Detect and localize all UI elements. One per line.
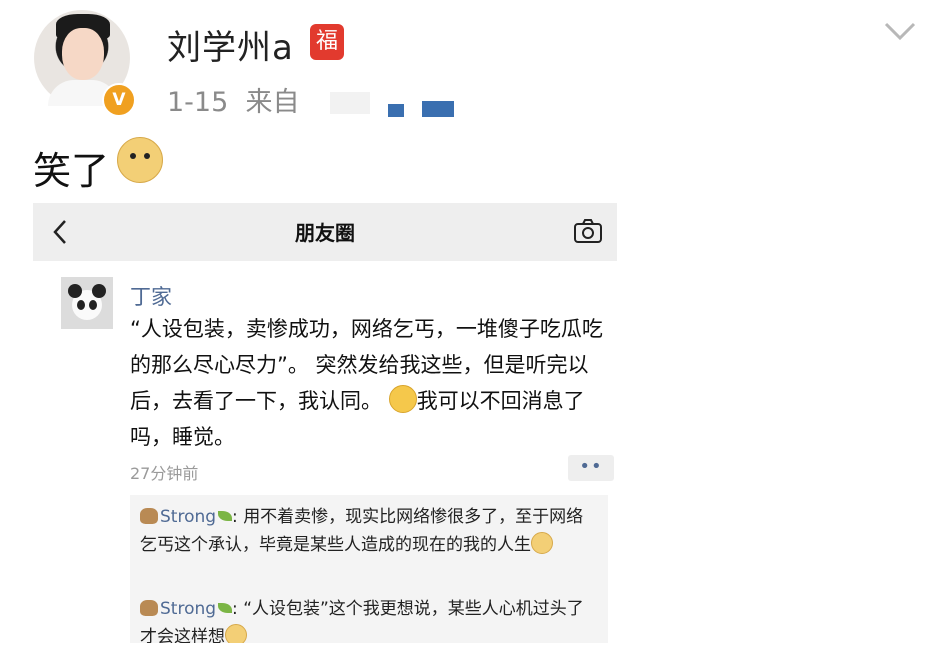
redacted-mark [422,101,454,117]
redacted-area [330,92,370,114]
author-name[interactable]: 刘学州a [167,20,294,69]
moment-author-name[interactable]: 丁家 [130,281,172,311]
verified-badge-icon: V [102,83,136,117]
panda-avatar-icon [61,277,113,329]
moment-avatar[interactable] [61,277,113,329]
leaf-emoji-icon [218,511,233,521]
moments-title: 朋友圈 [295,221,355,245]
post-text: 笑了 [33,149,110,193]
post-source: 来自 [245,87,300,118]
avatar-face [62,28,104,80]
fu-badge-icon: 福 [310,24,344,60]
comment-author[interactable]: Strong [160,599,216,619]
leaf-emoji-icon [218,603,233,613]
more-options-button[interactable]: •• [568,455,614,481]
bear-emoji-icon [140,600,158,616]
moment-text: “人设包装，卖惨成功，网络乞丐，一堆傻子吃瓜吃的那么尽心尽力”。 突然发给我这些… [130,311,617,455]
moment-time: 27分钟前 [130,464,199,483]
doge-emoji-icon [531,532,553,554]
comment-author[interactable]: Strong [160,507,216,527]
comment: Strong: 用不着卖惨，现实比网络惨很多了，至于网络乞丐这个承认，毕竟是某些… [140,503,600,559]
chevron-down-icon[interactable] [880,16,920,46]
comment-separator: : [232,507,238,527]
embedded-screenshot: 朋友圈 丁家 “人设包装，卖惨成功，网络乞丐，一堆傻子吃瓜吃的那么尽心尽力”。 … [33,203,617,643]
comment: Strong: “人设包装”这个我更想说，某些人心机过头了才会这样想 [140,595,600,643]
comments-area: Strong: 用不着卖惨，现实比网络惨很多了，至于网络乞丐这个承认，毕竟是某些… [130,495,608,643]
moments-title-bar: 朋友圈 [33,203,617,261]
camera-icon[interactable] [573,217,603,245]
doge-emoji-icon [117,137,163,183]
doge-emoji-icon [225,624,247,643]
bear-emoji-icon [140,508,158,524]
post-meta: 1-15 来自 [167,80,299,119]
comment-separator: : [232,599,238,619]
redacted-mark [388,104,404,117]
post-date: 1-15 [167,87,229,118]
grin-emoji-icon [388,385,417,413]
